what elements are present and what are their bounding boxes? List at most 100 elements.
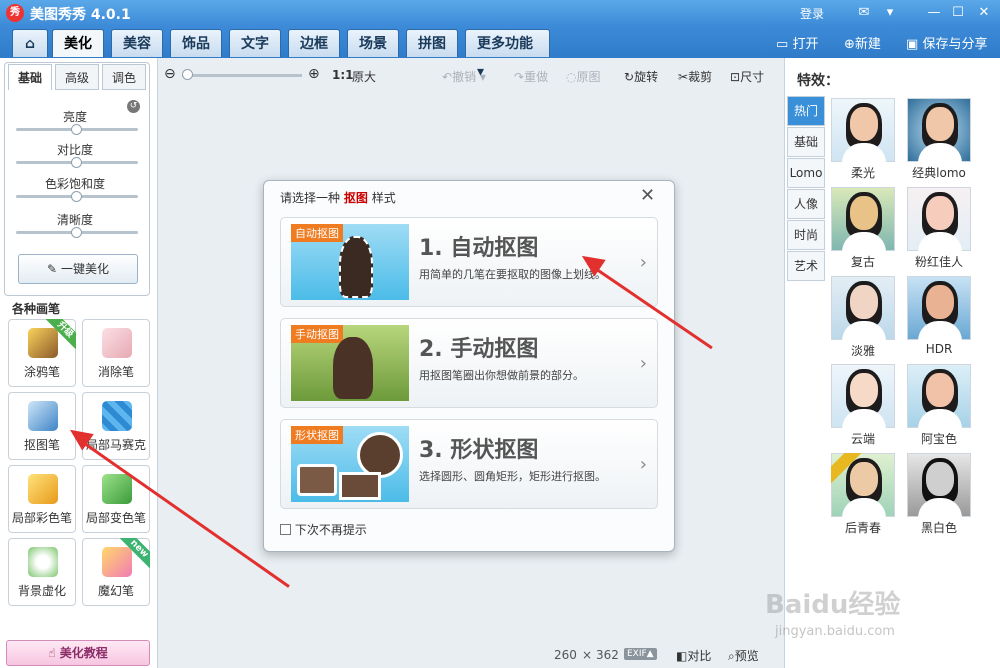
canvas-toolbar: ⊖ ⊕ 1:1 原大 ↶撤销 ▾ ↷重做 ◌原图 ↻旋转 ✂裁剪 ⊡尺寸 [158, 58, 784, 92]
background-blur-button[interactable]: 背景虚化 [8, 538, 76, 606]
dont-show-checkbox[interactable] [280, 524, 291, 535]
exif-button[interactable]: EXIF▲ [624, 648, 657, 660]
zoom-knob[interactable] [182, 69, 193, 80]
tab-makeup[interactable]: 美容 [111, 29, 163, 57]
recolor-brush-label: 局部变色笔 [85, 511, 146, 525]
beautify-tutorial-button[interactable]: ☝ 美化教程 [6, 640, 150, 666]
effect-abao[interactable]: 阿宝色 [907, 364, 971, 446]
rotate-label: 旋转 [634, 70, 659, 84]
effect-soft-light[interactable]: 柔光 [831, 98, 895, 180]
chat-icon[interactable]: ✉ [854, 3, 874, 23]
eraser-brush-button[interactable]: 消除笔 [82, 319, 150, 387]
effect-label: HDR [925, 342, 953, 356]
tab-beautify[interactable]: 美化 [52, 29, 104, 57]
shape-cutout-title: 3. 形状抠图 [419, 438, 539, 463]
tab-text[interactable]: 文字 [229, 29, 281, 57]
manual-cutout-option[interactable]: 手动抠图 2. 手动抠图 用抠图笔圈出你想做前景的部分。 › [280, 318, 658, 408]
tab-collage[interactable]: 拼图 [406, 29, 458, 57]
efftab-art[interactable]: 艺术 [787, 251, 825, 281]
zoom-in-icon[interactable]: ⊕ [308, 66, 320, 82]
efftab-fashion[interactable]: 时尚 [787, 220, 825, 250]
open-button[interactable]: ▭ 打开 [776, 33, 818, 52]
efftab-portrait[interactable]: 人像 [787, 189, 825, 219]
dialog-close-icon[interactable]: ✕ [640, 185, 655, 206]
redo-button[interactable]: ↷重做 [514, 68, 548, 85]
new-button[interactable]: ⊕新建 [844, 33, 881, 52]
shape-cutout-option[interactable]: 形状抠图 3. 形状抠图 选择圆形、圆角矩形，矩形进行抠图。 › [280, 419, 658, 509]
rotate-button[interactable]: ↻旋转 [624, 68, 658, 85]
zoom-out-icon[interactable]: ⊖ [164, 66, 176, 82]
background-blur-label: 背景虚化 [17, 584, 66, 598]
efftab-hot[interactable]: 热门 [787, 96, 825, 126]
effect-label: 粉红佳人 [914, 255, 963, 269]
magic-brush-button[interactable]: new 魔幻笔 [82, 538, 150, 606]
magic-wand-icon: ✎ [47, 262, 58, 276]
plus-icon: ⊕ [844, 37, 855, 52]
crop-button[interactable]: ✂裁剪 [678, 68, 712, 85]
minimize-icon[interactable]: — [924, 3, 944, 23]
left-panel: 基础 高级 调色 ↺ 亮度 对比度 色彩饱和度 清晰度 ✎ 一键美化 各种画笔 … [0, 58, 158, 668]
close-window-icon[interactable]: ✕ [974, 3, 994, 23]
undo-button[interactable]: ↶撤销 ▾ [442, 68, 486, 85]
effect-cloud[interactable]: 云端 [831, 364, 895, 446]
compare-button[interactable]: ◧对比 [676, 647, 711, 664]
color-brush-button[interactable]: 局部彩色笔 [8, 465, 76, 533]
undo-label: 撤销 [452, 70, 477, 84]
brightness-knob[interactable] [71, 124, 82, 135]
recolor-brush-button[interactable]: 局部变色笔 [82, 465, 150, 533]
effect-pink-lady[interactable]: 粉红佳人 [907, 187, 971, 269]
menu-icon[interactable]: ▾ [880, 3, 900, 23]
dont-show-again[interactable]: 下次不再提示 [280, 521, 367, 538]
contrast-knob[interactable] [71, 157, 82, 168]
crop-label: 裁剪 [688, 70, 713, 84]
original-image-button[interactable]: ◌原图 [566, 68, 601, 85]
effect-youth[interactable]: 后青春 [831, 453, 895, 535]
efftab-lomo[interactable]: Lomo [787, 158, 825, 188]
tab-more-features[interactable]: 更多功能 ▾ [465, 29, 550, 80]
effect-label: 黑白色 [920, 521, 957, 535]
effect-classic-lomo[interactable]: 经典lomo [907, 98, 971, 180]
tab-frame[interactable]: 边框 [288, 29, 340, 57]
brightness-label: 亮度 [62, 110, 87, 124]
new-label: 新建 [854, 37, 881, 52]
ratio-label[interactable]: 1:1 [332, 68, 354, 82]
effect-elegant[interactable]: 淡雅 [831, 276, 895, 358]
effect-black-white[interactable]: 黑白色 [907, 453, 971, 535]
effects-header: 特效： [797, 73, 839, 89]
shape-cutout-desc: 选择圆形、圆角矩形，矩形进行抠图。 [419, 470, 606, 483]
sharpness-knob[interactable] [71, 227, 82, 238]
effect-label: 后青春 [844, 521, 881, 535]
rotate-icon: ↻ [624, 70, 635, 84]
zoom-slider[interactable] [182, 74, 302, 77]
subtab-basic[interactable]: 基础 [8, 64, 52, 90]
maximize-icon[interactable]: ☐ [948, 3, 968, 23]
tab-accessories[interactable]: 饰品 [170, 29, 222, 57]
shape-cutout-tag: 形状抠图 [291, 426, 343, 444]
subtab-advanced[interactable]: 高级 [55, 64, 99, 90]
subtab-color[interactable]: 调色 [102, 64, 146, 90]
tab-scene[interactable]: 场景 [347, 29, 399, 57]
preview-button[interactable]: ⌕预览 [728, 647, 759, 664]
tutorial-label: 美化教程 [59, 646, 108, 660]
one-click-beautify-button[interactable]: ✎ 一键美化 [18, 254, 138, 284]
dont-show-label: 下次不再提示 [294, 523, 367, 537]
save-share-button[interactable]: ▣ 保存与分享 [906, 33, 987, 52]
effect-hdr[interactable]: HDR [907, 276, 971, 358]
effect-vintage[interactable]: 复古 [831, 187, 895, 269]
magic-brush-label: 魔幻笔 [97, 584, 134, 598]
saturation-knob[interactable] [71, 191, 82, 202]
doodle-brush-button[interactable]: 升级 涂鸦笔 [8, 319, 76, 387]
home-icon[interactable]: ⌂ [12, 29, 48, 57]
resize-button[interactable]: ⊡尺寸 [730, 68, 764, 85]
efftab-basic[interactable]: 基础 [787, 127, 825, 157]
original-label: 原图 [576, 70, 601, 84]
mosaic-icon [102, 401, 132, 431]
login-link[interactable]: 登录 [800, 5, 824, 22]
original-size-button[interactable]: 原大 [352, 68, 376, 85]
effect-thumbnail [907, 98, 971, 163]
hand-icon: ☝ [48, 646, 56, 660]
image-height: 362 [596, 648, 619, 662]
cutout-brush-button[interactable]: 抠图笔 [8, 392, 76, 460]
dialog-title-highlight: 抠图 [343, 191, 368, 205]
main-tab-bar: ⌂ 美化 美容 饰品 文字 边框 场景 拼图 更多功能 ▾ ▭ 打开 ⊕新建 ▣… [0, 26, 1000, 80]
